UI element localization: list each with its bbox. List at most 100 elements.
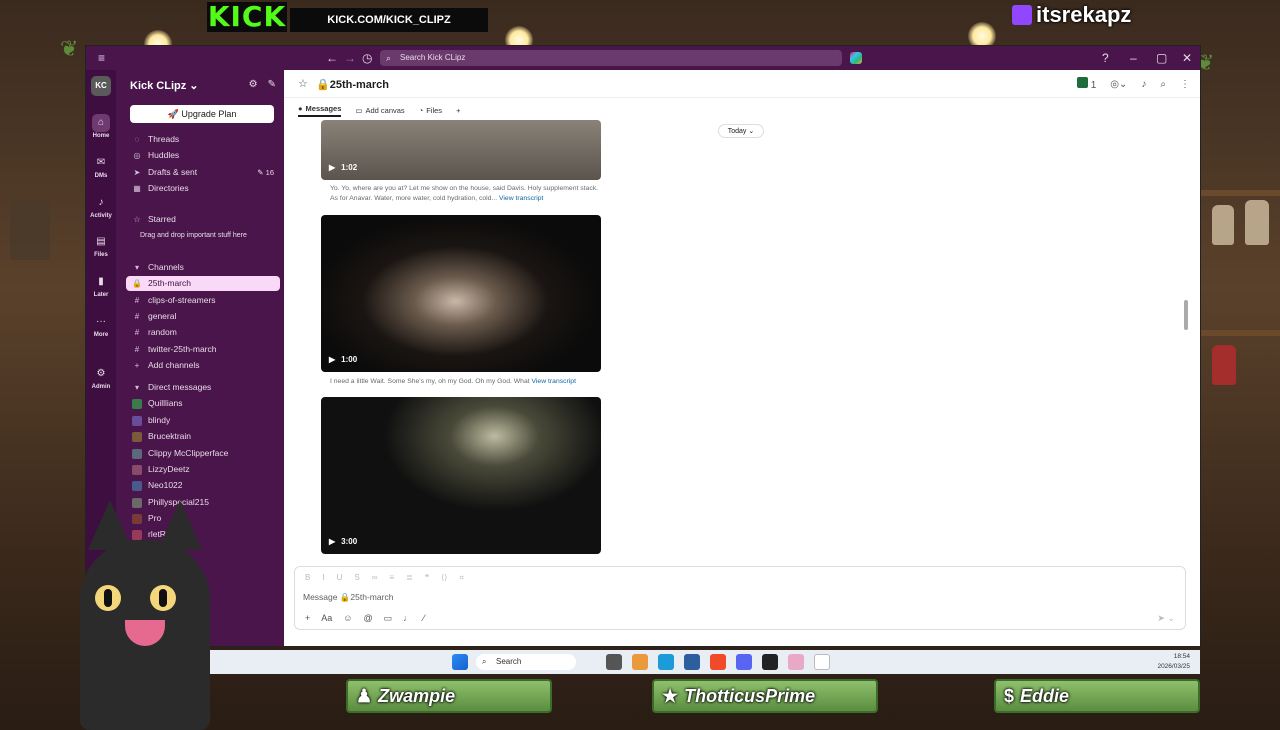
more-vertical-icon[interactable]: ⋮: [1180, 79, 1190, 90]
dm-item[interactable]: LizzyDeetz: [126, 462, 280, 477]
list-icon[interactable]: ≡: [389, 573, 394, 583]
video-attachment[interactable]: ▶ 1:02: [321, 120, 601, 180]
video-icon[interactable]: ▭: [384, 613, 393, 624]
more-icon: ···: [96, 316, 106, 327]
plus-icon[interactable]: +: [305, 613, 310, 624]
rail-more[interactable]: ··· More: [86, 313, 116, 338]
channel-title[interactable]: 🔒25th-march: [316, 78, 389, 91]
sidebar-item-drafts[interactable]: ➤ Drafts & sent ✎ 16: [126, 165, 280, 180]
link-icon[interactable]: ∞: [372, 573, 378, 583]
sidebar-item-clips-of-streamers[interactable]: # clips-of-streamers: [126, 293, 280, 308]
sidebar-item-directories[interactable]: ▦ Directories: [126, 181, 280, 196]
rail-admin[interactable]: ⚙ Admin: [86, 365, 116, 390]
taskbar-clock[interactable]: 18:54 2026/03/25: [1157, 652, 1190, 672]
send-icon[interactable]: ➤ ⌄: [1157, 613, 1175, 624]
brave-icon[interactable]: [710, 654, 726, 670]
headphones-icon: ◎: [133, 151, 141, 160]
minimize-icon[interactable]: –: [1130, 51, 1137, 65]
code-block-icon[interactable]: ⌗: [459, 573, 464, 583]
dm-item[interactable]: blindy: [126, 413, 280, 428]
settings-icon[interactable]: ⚙: [249, 79, 258, 90]
back-icon[interactable]: ←: [326, 51, 338, 65]
italic-icon[interactable]: I: [322, 573, 324, 583]
sidebar-item-label: Huddles: [148, 150, 180, 160]
video-attachment[interactable]: ▶ 1:00: [321, 215, 601, 372]
video-attachment[interactable]: ▶ 3:00: [321, 397, 601, 554]
scrollbar[interactable]: [1184, 300, 1188, 330]
compose-icon[interactable]: ✎: [268, 79, 276, 90]
view-transcript-link[interactable]: View transcript: [532, 378, 576, 385]
sidebar-item-25th-march[interactable]: 🔒 25th-march: [126, 276, 280, 291]
dm-item[interactable]: Neo1022: [126, 478, 280, 493]
add-tab-button[interactable]: +: [456, 106, 460, 115]
taskbar-search[interactable]: ⌕ Search: [476, 654, 576, 670]
play-icon: ▶: [329, 355, 336, 364]
sidebar-item-add-channels[interactable]: + Add channels: [126, 358, 280, 373]
microphone-icon[interactable]: ♩: [403, 613, 412, 624]
history-icon[interactable]: ◷: [362, 51, 372, 65]
sidebar-item-general[interactable]: # general: [126, 309, 280, 324]
maximize-icon[interactable]: ▢: [1156, 51, 1167, 65]
workspace-name[interactable]: Kick CLipz ⌄: [130, 79, 199, 92]
dm-item[interactable]: Quilllians: [126, 396, 280, 411]
workspace-avatar[interactable]: KC: [91, 76, 111, 96]
channels-section[interactable]: ▾ Channels: [126, 260, 280, 275]
help-icon[interactable]: ?: [1102, 51, 1109, 65]
obs-icon[interactable]: [762, 654, 778, 670]
sidebar-item-threads[interactable]: ◌ Threads: [126, 132, 280, 147]
task-view-icon[interactable]: [606, 654, 622, 670]
code-icon[interactable]: ⟨⟩: [441, 573, 447, 583]
sidebar-item-twitter-25th-march[interactable]: # twitter-25th-march: [126, 342, 280, 357]
name-tag: ★ ThotticusPrime: [652, 679, 878, 713]
quote-icon[interactable]: ❝: [425, 573, 429, 583]
message-input[interactable]: Message 🔒25th-march: [303, 592, 393, 603]
tab-messages[interactable]: ● Messages: [298, 104, 342, 117]
shortcuts-icon[interactable]: ⁄: [423, 613, 425, 624]
date-divider[interactable]: Today ⌄: [718, 124, 764, 138]
rail-activity[interactable]: ♪ Activity: [86, 194, 116, 219]
tab-add-canvas[interactable]: ▭ Add canvas: [355, 106, 404, 115]
view-transcript-link[interactable]: View transcript: [499, 195, 543, 202]
store-icon[interactable]: [684, 654, 700, 670]
star-icon[interactable]: ☆: [298, 77, 308, 90]
upgrade-button[interactable]: 🚀 Upgrade Plan: [130, 105, 274, 123]
rail-later[interactable]: ▮ Later: [86, 273, 116, 298]
person-icon: ♟: [356, 686, 373, 706]
search-bar[interactable]: ⌕ Search Kick CLipz: [380, 50, 842, 66]
ordered-list-icon[interactable]: ≣: [406, 573, 413, 583]
bell-icon: ♪: [98, 197, 104, 208]
section-label: Channels: [148, 262, 184, 272]
close-icon[interactable]: ✕: [1182, 51, 1192, 65]
headphones-icon[interactable]: ◎⌄: [1110, 79, 1127, 90]
underline-icon[interactable]: U: [337, 573, 343, 583]
starred-section[interactable]: ☆ Starred: [126, 212, 280, 227]
bold-icon[interactable]: B: [305, 573, 310, 583]
mention-icon[interactable]: @: [363, 613, 372, 624]
chrome-icon[interactable]: [632, 654, 648, 670]
plant: ❦: [60, 36, 79, 61]
app-icon[interactable]: [788, 654, 804, 670]
strikethrough-icon[interactable]: S: [354, 573, 359, 583]
dm-item[interactable]: Clippy McClipperface: [126, 446, 280, 461]
windows-start-icon[interactable]: [452, 654, 468, 670]
notifications-icon[interactable]: ♪: [1141, 79, 1146, 90]
format-toggle-icon[interactable]: Aa: [321, 613, 332, 624]
dm-label: Quilllians: [148, 398, 183, 408]
sidebar-item-huddles[interactable]: ◎ Huddles: [126, 148, 280, 163]
tab-files[interactable]: ◔ Files: [419, 106, 442, 115]
sidebar-item-random[interactable]: # random: [126, 325, 280, 340]
notepad-icon[interactable]: [814, 654, 830, 670]
search-icon[interactable]: ⌕: [1160, 79, 1166, 90]
forward-icon[interactable]: →: [344, 51, 356, 65]
dm-item[interactable]: Brucektrain: [126, 429, 280, 444]
discord-icon[interactable]: [736, 654, 752, 670]
rail-home[interactable]: ⌂ Home: [86, 114, 116, 139]
menu-icon[interactable]: ≡: [98, 51, 105, 65]
rail-dms[interactable]: ✉ DMs: [86, 154, 116, 179]
emoji-icon[interactable]: ☺: [343, 613, 352, 624]
channel-header: ☆ 🔒25th-march 1 ◎⌄ ♪ ⌕ ⋮: [284, 70, 1200, 98]
dm-section[interactable]: ▾ Direct messages: [126, 380, 280, 395]
rail-files[interactable]: ▤ Files: [86, 233, 116, 258]
edge-icon[interactable]: [658, 654, 674, 670]
huddle-indicator[interactable]: 1: [1076, 77, 1096, 91]
